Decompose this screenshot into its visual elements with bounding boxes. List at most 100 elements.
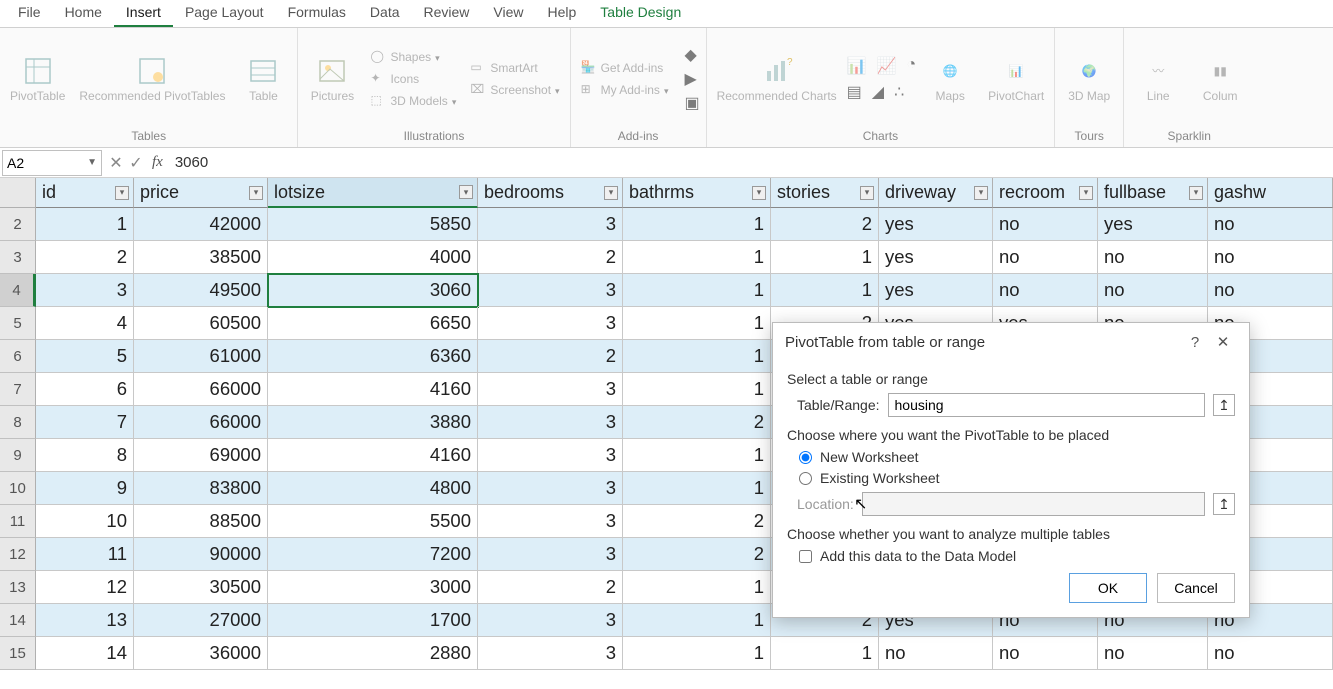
- maps-button[interactable]: 🌐 Maps: [922, 53, 978, 105]
- menu-tab-table-design[interactable]: Table Design: [588, 0, 693, 27]
- cell-driveway[interactable]: no: [879, 637, 993, 670]
- cell-recroom[interactable]: no: [993, 274, 1098, 307]
- help-icon[interactable]: ?: [1181, 334, 1209, 351]
- cell-fullbase[interactable]: yes: [1098, 208, 1208, 241]
- cell-bedrooms[interactable]: 3: [478, 604, 623, 637]
- cell-price[interactable]: 30500: [134, 571, 268, 604]
- row-number[interactable]: 5: [0, 307, 36, 340]
- cell-bathrms[interactable]: 1: [623, 208, 771, 241]
- cell-bathrms[interactable]: 1: [623, 472, 771, 505]
- cell-lotsize[interactable]: 4160: [268, 373, 478, 406]
- filter-icon[interactable]: [249, 186, 263, 200]
- row-number[interactable]: 14: [0, 604, 36, 637]
- smartart-button[interactable]: ▭SmartArt: [466, 58, 563, 78]
- col-header-stories[interactable]: stories: [771, 178, 879, 208]
- cell-id[interactable]: 1: [36, 208, 134, 241]
- cell-id[interactable]: 3: [36, 274, 134, 307]
- cell-lotsize[interactable]: 4000: [268, 241, 478, 274]
- cell-bathrms[interactable]: 1: [623, 373, 771, 406]
- cell-bedrooms[interactable]: 3: [478, 406, 623, 439]
- table-range-input[interactable]: [888, 393, 1205, 417]
- spark-line-button[interactable]: 〰 Line: [1130, 53, 1186, 105]
- dialog-titlebar[interactable]: PivotTable from table or range ? ✕: [773, 323, 1249, 361]
- cell-driveway[interactable]: yes: [879, 208, 993, 241]
- cell-gashw[interactable]: no: [1208, 241, 1333, 274]
- cell-bedrooms[interactable]: 3: [478, 538, 623, 571]
- cell-price[interactable]: 27000: [134, 604, 268, 637]
- cancel-button[interactable]: Cancel: [1157, 573, 1235, 603]
- filter-icon[interactable]: [1079, 186, 1093, 200]
- bing-icon[interactable]: ◆: [684, 45, 699, 65]
- cell-recroom[interactable]: no: [993, 241, 1098, 274]
- menu-tab-data[interactable]: Data: [358, 0, 412, 27]
- cell-price[interactable]: 66000: [134, 373, 268, 406]
- cell-stories[interactable]: 1: [771, 637, 879, 670]
- cell-fullbase[interactable]: no: [1098, 274, 1208, 307]
- pie-chart-icon[interactable]: ◔: [907, 56, 917, 76]
- cell-bedrooms[interactable]: 2: [478, 571, 623, 604]
- table-button[interactable]: Table: [235, 53, 291, 105]
- close-icon[interactable]: ✕: [1209, 333, 1237, 351]
- column-chart-icon[interactable]: 📊: [847, 56, 867, 76]
- cell-bedrooms[interactable]: 3: [478, 439, 623, 472]
- col-header-gashw[interactable]: gashw: [1208, 178, 1333, 208]
- filter-icon[interactable]: [604, 186, 618, 200]
- col-header-driveway[interactable]: driveway: [879, 178, 993, 208]
- col-header-id[interactable]: id: [36, 178, 134, 208]
- cell-bedrooms[interactable]: 3: [478, 307, 623, 340]
- menu-tab-formulas[interactable]: Formulas: [276, 0, 358, 27]
- row-number[interactable]: 10: [0, 472, 36, 505]
- menu-tab-home[interactable]: Home: [53, 0, 114, 27]
- 3dmodels-button[interactable]: ⬚3D Models: [366, 91, 460, 111]
- row-number[interactable]: 12: [0, 538, 36, 571]
- cell-bedrooms[interactable]: 3: [478, 373, 623, 406]
- name-box[interactable]: A2 ▼: [2, 150, 102, 176]
- menu-tab-view[interactable]: View: [481, 0, 535, 27]
- cell-lotsize[interactable]: 1700: [268, 604, 478, 637]
- filter-icon[interactable]: [752, 186, 766, 200]
- cell-lotsize[interactable]: 3060: [268, 274, 478, 307]
- screenshot-button[interactable]: ⌧Screenshot: [466, 80, 563, 100]
- fx-icon[interactable]: fx: [152, 154, 163, 171]
- cell-id[interactable]: 11: [36, 538, 134, 571]
- pictures-button[interactable]: Pictures: [304, 53, 360, 105]
- cell-lotsize[interactable]: 2880: [268, 637, 478, 670]
- people-icon[interactable]: ▣: [684, 93, 699, 113]
- cell-gashw[interactable]: no: [1208, 274, 1333, 307]
- cell-price[interactable]: 60500: [134, 307, 268, 340]
- cell-gashw[interactable]: no: [1208, 208, 1333, 241]
- row-number[interactable]: 4: [0, 274, 36, 307]
- cell-lotsize[interactable]: 3880: [268, 406, 478, 439]
- cell-bathrms[interactable]: 1: [623, 604, 771, 637]
- menu-tab-file[interactable]: File: [6, 0, 53, 27]
- cell-bathrms[interactable]: 2: [623, 406, 771, 439]
- cell-bathrms[interactable]: 1: [623, 340, 771, 373]
- existing-worksheet-radio[interactable]: [799, 472, 812, 485]
- cell-id[interactable]: 13: [36, 604, 134, 637]
- row-number[interactable]: 3: [0, 241, 36, 274]
- cell-driveway[interactable]: yes: [879, 241, 993, 274]
- row-number[interactable]: 2: [0, 208, 36, 241]
- range-picker-icon[interactable]: ↥: [1213, 493, 1235, 515]
- cell-price[interactable]: 88500: [134, 505, 268, 538]
- menu-tab-help[interactable]: Help: [536, 0, 589, 27]
- get-addins-button[interactable]: 🏪Get Add-ins: [577, 58, 673, 78]
- visio-icon[interactable]: ▶: [684, 69, 699, 89]
- add-data-model-checkbox[interactable]: [799, 550, 812, 563]
- accept-entry-icon[interactable]: ✓: [126, 153, 146, 173]
- cell-bathrms[interactable]: 1: [623, 307, 771, 340]
- cell-price[interactable]: 61000: [134, 340, 268, 373]
- cell-bathrms[interactable]: 1: [623, 274, 771, 307]
- row-number[interactable]: 7: [0, 373, 36, 406]
- cell-id[interactable]: 2: [36, 241, 134, 274]
- cell-price[interactable]: 42000: [134, 208, 268, 241]
- cell-lotsize[interactable]: 5850: [268, 208, 478, 241]
- cell-lotsize[interactable]: 5500: [268, 505, 478, 538]
- select-all-corner[interactable]: [0, 178, 36, 208]
- cell-fullbase[interactable]: no: [1098, 637, 1208, 670]
- cell-bedrooms[interactable]: 3: [478, 637, 623, 670]
- cell-bedrooms[interactable]: 3: [478, 472, 623, 505]
- range-picker-icon[interactable]: ↥: [1213, 394, 1235, 416]
- cell-lotsize[interactable]: 6360: [268, 340, 478, 373]
- menu-tab-page-layout[interactable]: Page Layout: [173, 0, 276, 27]
